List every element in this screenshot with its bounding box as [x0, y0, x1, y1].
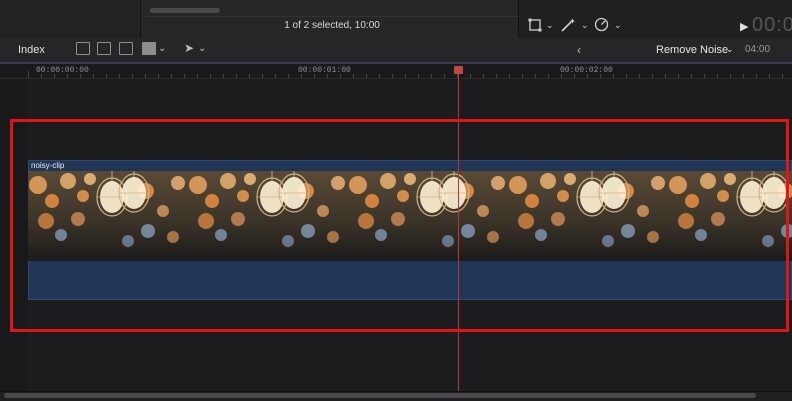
ruler-tick	[223, 74, 224, 78]
ruler-tick	[470, 74, 471, 78]
overwrite-clip-icon[interactable]	[142, 42, 156, 55]
ruler-tick	[80, 74, 81, 78]
back-chevron-icon[interactable]: ‹	[577, 43, 581, 57]
timecode-display: 00:00	[752, 14, 792, 36]
ruler-tick	[652, 74, 653, 78]
playhead-handle[interactable]	[454, 66, 463, 74]
ruler-tick	[574, 74, 575, 78]
ruler-tick	[379, 74, 380, 78]
ruler-tick	[210, 74, 211, 78]
ruler-tick	[626, 74, 627, 78]
ruler-tick	[535, 74, 536, 78]
ruler-tick	[54, 74, 55, 78]
ruler-tick	[28, 71, 29, 78]
index-button[interactable]: Index	[18, 44, 45, 56]
ruler-tick	[743, 74, 744, 78]
ruler-tick	[145, 74, 146, 78]
ruler-tick	[249, 74, 250, 78]
chevron-down-icon[interactable]: ⌄	[614, 20, 622, 31]
ruler-tick	[340, 74, 341, 78]
ruler-tick	[236, 74, 237, 78]
ruler-tick	[496, 74, 497, 78]
connect-clip-icon[interactable]	[76, 42, 90, 55]
ruler-tick	[184, 74, 185, 78]
ruler-tick	[158, 74, 159, 78]
ruler-tick	[756, 74, 757, 78]
ruler-tick	[678, 74, 679, 78]
ruler-tick	[444, 74, 445, 78]
ruler-tick	[769, 74, 770, 78]
ruler-tick	[600, 74, 601, 78]
ruler-tick	[665, 74, 666, 78]
insert-clip-icon[interactable]	[97, 42, 111, 55]
ruler-tick	[431, 74, 432, 78]
ruler-label: 00:00:01:00	[298, 66, 351, 75]
ruler-tick	[275, 74, 276, 78]
speedometer-icon[interactable]	[594, 17, 609, 35]
ruler-tick	[106, 74, 107, 78]
viewer-scrollbar[interactable]	[150, 8, 220, 13]
ruler-tick	[314, 74, 315, 78]
selection-status: 1 of 2 selected, 10:00	[284, 20, 380, 31]
ruler-tick	[418, 74, 419, 78]
effect-name[interactable]: Remove Noise	[656, 44, 728, 56]
ruler-tick	[639, 74, 640, 78]
duration-label: 04:00	[745, 44, 771, 55]
ruler-tick	[587, 74, 588, 78]
ruler-tick	[262, 74, 263, 78]
chevron-down-icon[interactable]: ⌄	[581, 20, 589, 31]
ruler-tick	[119, 74, 120, 78]
ruler-tick	[730, 74, 731, 78]
play-icon[interactable]: ▶	[740, 20, 748, 33]
ruler-tick	[782, 74, 783, 78]
ruler-tick	[288, 74, 289, 78]
ruler-tick	[327, 74, 328, 78]
ruler-accent	[0, 62, 792, 64]
ruler-tick	[197, 74, 198, 78]
divider	[146, 16, 518, 17]
ruler-tick	[561, 74, 562, 78]
svg-text:✦: ✦	[569, 17, 576, 26]
scrollbar-thumb[interactable]	[4, 393, 756, 398]
ruler-tick	[691, 74, 692, 78]
ruler-tick	[366, 74, 367, 78]
chevron-down-icon[interactable]: ⌄	[198, 43, 206, 54]
ruler-tick	[132, 74, 133, 78]
ruler-tick	[392, 74, 393, 78]
chevron-down-icon[interactable]: ⌄	[546, 20, 554, 31]
ruler-tick	[301, 74, 302, 78]
browser-pane	[0, 0, 141, 38]
ruler-tick	[67, 74, 68, 78]
ruler-tick	[353, 74, 354, 78]
ruler-tick	[93, 74, 94, 78]
ruler-tick	[171, 74, 172, 78]
arrow-cursor-icon[interactable]: ➤	[184, 41, 194, 55]
chevron-down-icon[interactable]: ⌄	[726, 44, 734, 55]
magic-wand-icon[interactable]: ✦	[560, 17, 576, 36]
ruler-tick	[717, 74, 718, 78]
ruler-tick	[41, 74, 42, 78]
ruler-tick	[522, 74, 523, 78]
ruler-tick	[509, 74, 510, 78]
ruler-tick	[548, 74, 549, 78]
ruler-tick	[704, 74, 705, 78]
ruler-tick	[483, 74, 484, 78]
crop-icon[interactable]	[528, 18, 542, 35]
append-clip-icon[interactable]	[119, 42, 133, 55]
ruler-tick	[405, 74, 406, 78]
highlight-annotation	[10, 119, 789, 332]
chevron-down-icon[interactable]: ⌄	[158, 43, 166, 54]
ruler-tick	[613, 74, 614, 78]
